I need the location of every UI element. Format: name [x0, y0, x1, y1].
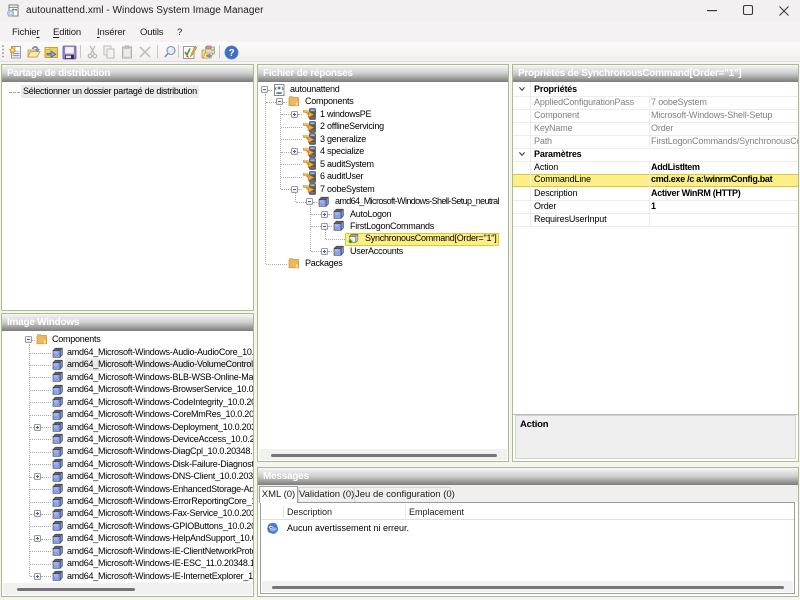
- svg-text:?: ?: [228, 48, 234, 59]
